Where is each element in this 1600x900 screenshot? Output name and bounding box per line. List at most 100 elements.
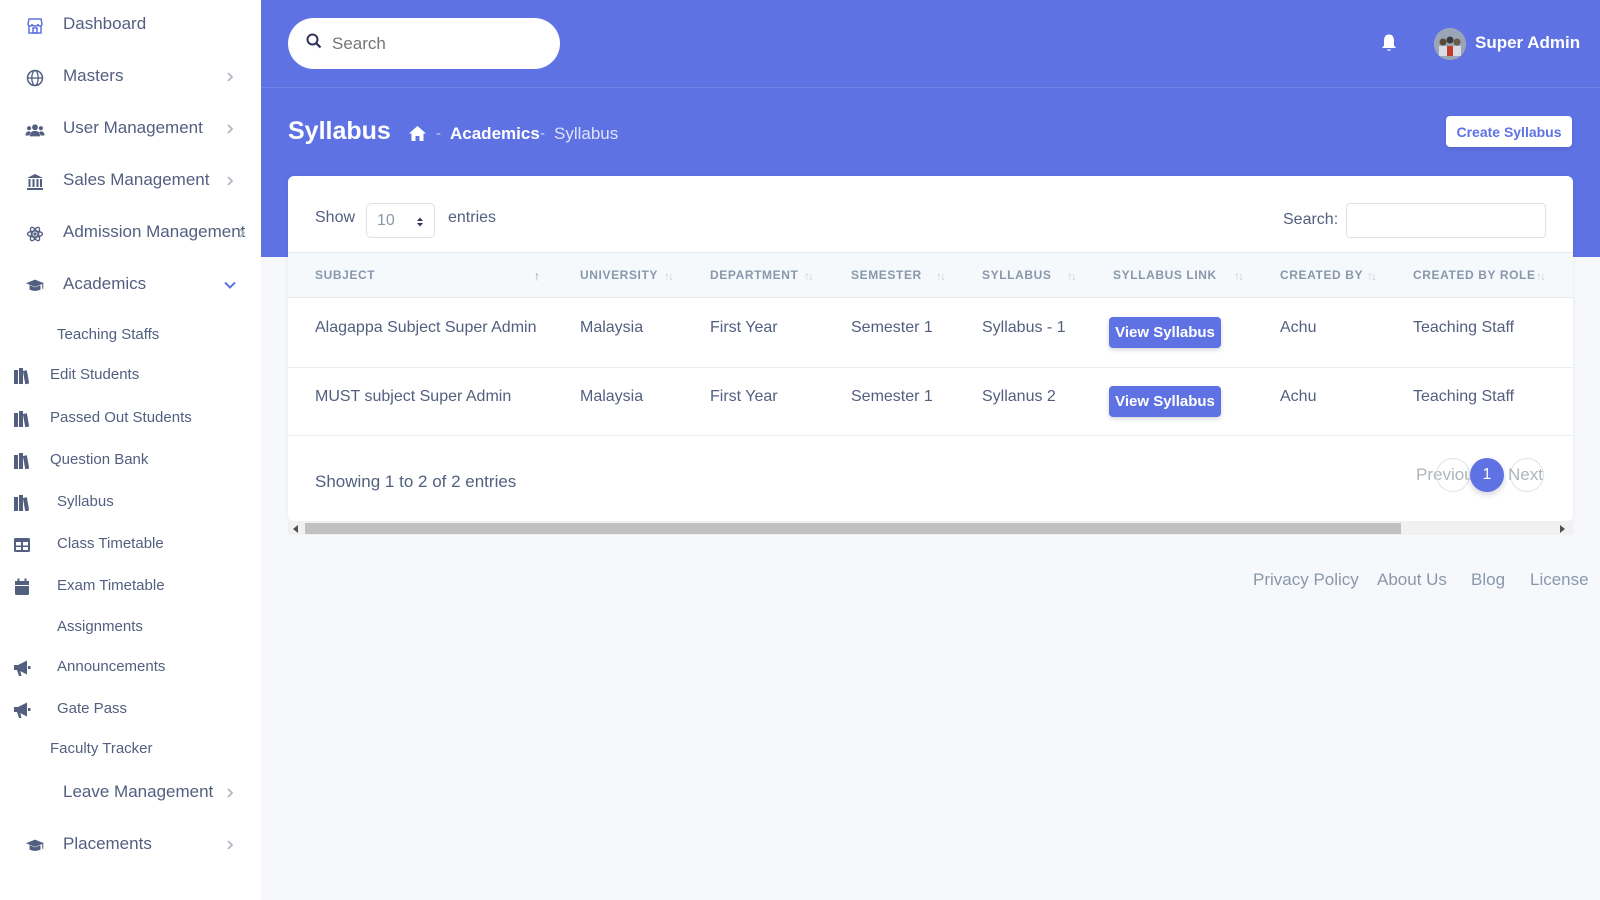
cell-department: First Year xyxy=(710,319,778,336)
sort-icon: ↑↓ xyxy=(936,269,946,283)
chevron-right-icon xyxy=(224,71,236,83)
sidebar-item-label: Academics xyxy=(63,274,147,293)
sidebar-item-label: Teaching Staffs xyxy=(57,326,160,343)
create-syllabus-button[interactable]: Create Syllabus xyxy=(1446,116,1572,147)
sidebar-item-leave-management[interactable]: Leave Management xyxy=(0,780,261,804)
sidebar-item-placements[interactable]: Placements xyxy=(0,832,261,856)
chevron-right-icon xyxy=(224,787,236,799)
table-icon xyxy=(12,535,32,555)
cell-university: Malaysia xyxy=(580,319,644,336)
footer-link-privacy[interactable]: Privacy Policy xyxy=(1253,570,1359,590)
graduation-cap-icon xyxy=(25,276,45,296)
sidebar-item-admission-management[interactable]: Admission Management xyxy=(0,220,261,244)
home-icon[interactable] xyxy=(408,125,427,142)
cell-semester: Semester 1 xyxy=(851,319,933,336)
books-icon xyxy=(12,493,32,513)
sidebar-item-masters[interactable]: Masters xyxy=(0,64,261,88)
chevron-right-icon xyxy=(236,227,248,239)
sidebar-item-question-bank[interactable]: Question Bank xyxy=(0,450,261,470)
sidebar-item-label: Dashboard xyxy=(63,14,147,33)
chevron-right-icon xyxy=(224,175,236,187)
sort-icon: ↑↓ xyxy=(1067,269,1077,283)
column-header-created-by[interactable]: CREATED BY xyxy=(1280,268,1363,282)
page-title: Syllabus xyxy=(288,117,391,145)
sidebar-item-label: Question Bank xyxy=(50,451,149,468)
cell-department: First Year xyxy=(710,388,778,405)
books-icon xyxy=(12,409,32,429)
sidebar-item-assignments[interactable]: Assignments xyxy=(0,617,261,637)
sidebar-item-sales-management[interactable]: Sales Management xyxy=(0,168,261,192)
sidebar: Dashboard Masters User Management Sales … xyxy=(0,0,261,900)
sort-icon: ↑↓ xyxy=(1536,269,1546,283)
row-divider xyxy=(288,367,1573,368)
users-icon xyxy=(25,120,45,140)
sidebar-item-class-timetable[interactable]: Class Timetable xyxy=(0,534,261,554)
sidebar-item-label: Placements xyxy=(63,834,152,853)
books-icon xyxy=(12,451,32,471)
sidebar-item-label: Edit Students xyxy=(50,366,140,383)
footer-link-blog[interactable]: Blog xyxy=(1471,570,1505,590)
column-header-semester[interactable]: SEMESTER xyxy=(851,268,922,282)
cell-university: Malaysia xyxy=(580,388,644,405)
sidebar-item-label: User Management xyxy=(63,118,203,137)
sort-asc-icon: ↑ xyxy=(534,269,540,283)
sidebar-item-label: Exam Timetable xyxy=(57,577,165,594)
sidebar-item-announcements[interactable]: Announcements xyxy=(0,657,261,677)
table-search-input[interactable] xyxy=(1346,203,1546,238)
footer-link-license[interactable]: License xyxy=(1530,570,1589,590)
bell-icon[interactable] xyxy=(1380,33,1398,53)
sort-icon: ↑↓ xyxy=(1367,269,1377,283)
sidebar-item-passed-out-students[interactable]: Passed Out Students xyxy=(0,408,261,428)
sidebar-item-faculty-tracker[interactable]: Faculty Tracker xyxy=(0,739,261,759)
cell-created-by-role: Teaching Staff xyxy=(1413,388,1515,405)
scroll-left-arrow[interactable] xyxy=(293,525,298,533)
sidebar-item-label: Gate Pass xyxy=(57,700,128,717)
pagination-page-current[interactable]: 1 xyxy=(1470,458,1504,492)
sidebar-item-dashboard[interactable]: Dashboard xyxy=(0,12,261,36)
column-header-department[interactable]: DEPARTMENT xyxy=(710,268,798,282)
show-label: Show xyxy=(315,209,356,226)
entries-label: entries xyxy=(448,209,497,226)
column-header-syllabus-link[interactable]: SYLLABUS LINK xyxy=(1113,268,1217,282)
sidebar-item-label: Masters xyxy=(63,66,124,85)
avatar[interactable] xyxy=(1434,28,1466,60)
pagination-next[interactable]: Next xyxy=(1508,465,1543,485)
atom-icon xyxy=(25,224,45,244)
globe-icon xyxy=(25,68,45,88)
cell-syllabus: Syllabus - 1 xyxy=(982,319,1066,336)
sidebar-item-edit-students[interactable]: Edit Students xyxy=(0,365,261,385)
breadcrumb-separator: - xyxy=(436,125,441,142)
table-header xyxy=(288,252,1573,298)
pagination-previous-ring xyxy=(1436,458,1470,492)
search-input[interactable] xyxy=(332,33,532,54)
scrollbar-thumb[interactable] xyxy=(305,523,1401,534)
sort-icon: ↑↓ xyxy=(1234,269,1244,283)
column-header-syllabus[interactable]: SYLLABUS xyxy=(982,268,1051,282)
sidebar-item-academics[interactable]: Academics xyxy=(0,272,261,296)
sidebar-item-exam-timetable[interactable]: Exam Timetable xyxy=(0,576,261,596)
column-header-subject[interactable]: SUBJECT xyxy=(315,268,375,282)
scroll-right-arrow[interactable] xyxy=(1560,525,1565,533)
entries-select[interactable]: 10 xyxy=(366,203,435,238)
sidebar-item-gate-pass[interactable]: Gate Pass xyxy=(0,699,261,719)
sidebar-item-syllabus[interactable]: Syllabus xyxy=(0,492,261,512)
view-syllabus-button[interactable]: View Syllabus xyxy=(1109,386,1221,417)
header-divider xyxy=(261,87,1600,88)
view-syllabus-button[interactable]: View Syllabus xyxy=(1109,317,1221,348)
chevron-right-icon xyxy=(224,123,236,135)
entries-value: 10 xyxy=(377,212,395,229)
sidebar-item-label: Leave Management xyxy=(63,782,214,801)
sidebar-item-teaching-staffs[interactable]: Teaching Staffs xyxy=(0,325,261,345)
column-header-university[interactable]: UNIVERSITY xyxy=(580,268,658,282)
user-name[interactable]: Super Admin xyxy=(1475,33,1580,53)
select-arrows-icon xyxy=(416,215,424,233)
sidebar-item-user-management[interactable]: User Management xyxy=(0,116,261,140)
cell-subject: Alagappa Subject Super Admin xyxy=(315,319,537,336)
footer-link-about[interactable]: About Us xyxy=(1377,570,1447,590)
store-icon xyxy=(25,16,45,36)
column-header-created-by-role[interactable]: CREATED BY ROLE xyxy=(1413,268,1536,282)
global-search[interactable] xyxy=(288,18,560,69)
cell-subject: MUST subject Super Admin xyxy=(315,388,512,405)
breadcrumb-academics[interactable]: Academics xyxy=(450,124,540,144)
graduation-cap-icon xyxy=(25,836,45,856)
